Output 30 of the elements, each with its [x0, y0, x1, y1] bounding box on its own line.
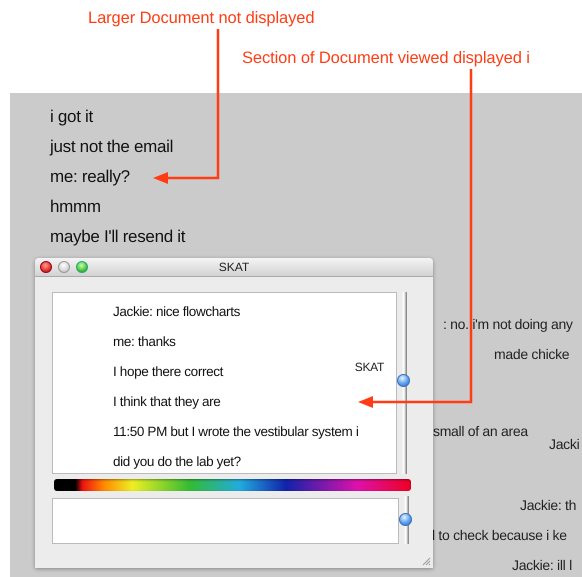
chat-line: hmmm: [50, 196, 101, 218]
chat-line: Jackie: th: [520, 496, 576, 514]
input-field[interactable]: [52, 498, 400, 544]
chat-message: did you do the lab yet?: [113, 453, 241, 471]
chat-line: just not the email: [50, 136, 174, 158]
scroll-bar[interactable]: [399, 496, 413, 544]
chat-line: Jackie: ill l: [512, 556, 572, 574]
resize-grip-icon[interactable]: [421, 556, 431, 566]
window-title: SKAT: [218, 260, 250, 274]
color-spectrum-bar[interactable]: [54, 479, 411, 491]
zoom-button[interactable]: [76, 261, 88, 273]
chat-line: maybe I'll resend it: [50, 226, 186, 248]
scroll-bar[interactable]: [397, 292, 411, 474]
chat-line: Jacki: [549, 435, 580, 453]
chat-line: made chicke: [494, 345, 570, 363]
chat-message: I think that they are: [113, 393, 220, 411]
annotation-label: Section of Document viewed displayed i: [242, 48, 530, 68]
chat-line: me: really?: [50, 166, 130, 188]
minimize-button[interactable]: [58, 261, 70, 273]
chat-message: I hope there correct: [113, 363, 224, 381]
chat-message: me: thanks: [113, 333, 176, 351]
chat-message: 11:50 PM but I wrote the vestibular system i: [113, 423, 358, 441]
chat-line: small of an area: [433, 422, 528, 440]
chat-line: l to check because i ke: [432, 526, 567, 544]
annotation-label: Larger Document not displayed: [88, 8, 314, 28]
close-button[interactable]: [40, 261, 52, 273]
chat-line: i got it: [50, 106, 93, 128]
app-label: SKAT: [354, 360, 384, 374]
chat-line: : no. i'm not doing any: [443, 315, 573, 333]
chat-message: Jackie: nice flowcharts: [113, 303, 240, 321]
